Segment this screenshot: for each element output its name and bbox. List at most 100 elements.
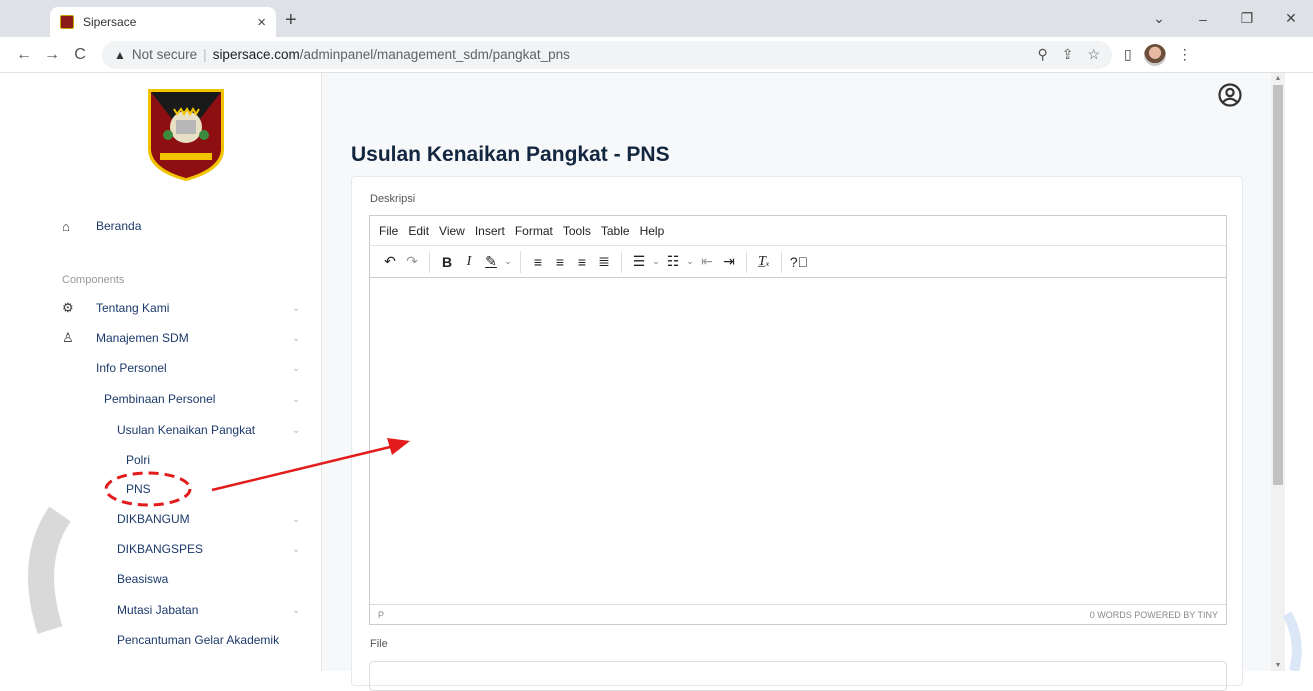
forward-button[interactable]: →	[38, 46, 66, 64]
browser-tab[interactable]: Sipersace ×	[50, 7, 276, 37]
tab-close-icon[interactable]: ×	[257, 14, 266, 31]
warning-icon[interactable]: ▲	[114, 48, 126, 62]
editor-menu-tools[interactable]: Tools	[563, 224, 591, 238]
reload-button[interactable]: C	[66, 46, 94, 64]
word-count: 0 WORDS POWERED BY TINY	[1089, 609, 1218, 620]
sidebar-item-label: Mutasi Jabatan	[117, 603, 199, 617]
chevron-down-icon[interactable]: ⌄	[502, 256, 514, 267]
editor-toolbar: ↶ ↷ B I ✎ ⌄ ≡ ≡ ≡ ≣ ☰ ⌄ ☷ ⌄ ⇤ ⇥ T̲ₓ ?⃝	[370, 246, 1226, 278]
file-label: File	[370, 638, 388, 650]
scroll-thumb[interactable]	[1273, 85, 1283, 485]
sidebar-item-dikbangspes[interactable]: DIKBANGSPES ⌄	[0, 534, 322, 564]
editor-content-area[interactable]	[370, 278, 1226, 604]
security-label: Not secure	[131, 47, 198, 62]
bullet-list-icon[interactable]: ☰	[628, 253, 650, 270]
editor-path: P	[378, 609, 385, 620]
restore-button[interactable]: ❐	[1225, 10, 1269, 27]
sidebar-item-manajemen-sdm[interactable]: ♙ Manajemen SDM ⌄	[0, 323, 322, 353]
account-menu-icon[interactable]	[1218, 83, 1242, 107]
sidebar-item-tentang-kami[interactable]: ⚙ Tentang Kami ⌄	[0, 293, 322, 323]
rich-text-editor: File Edit View Insert Format Tools Table…	[369, 215, 1227, 625]
editor-menu-help[interactable]: Help	[640, 224, 665, 238]
toolbar-divider	[746, 250, 747, 273]
new-tab-button[interactable]: +	[285, 9, 297, 32]
sidebar-item-pembinaan-personel[interactable]: Pembinaan Personel ⌄	[0, 384, 322, 414]
sidebar-item-pencantuman-gelar-akademik[interactable]: Pencantuman Gelar Akademik	[0, 625, 322, 655]
browser-tab-bar: Sipersace × + ⌄ – ❐ ✕	[0, 0, 1313, 37]
indent-icon[interactable]: ⇥	[718, 253, 740, 270]
sidebar-item-dikbangum[interactable]: DIKBANGUM ⌄	[0, 504, 322, 534]
sidebar-item-usulan-kenaikan-pangkat[interactable]: Usulan Kenaikan Pangkat ⌄	[0, 415, 322, 445]
outdent-icon[interactable]: ⇤	[696, 253, 718, 270]
numbered-list-icon[interactable]: ☷	[662, 253, 684, 270]
align-right-icon[interactable]: ≡	[571, 254, 593, 270]
editor-menu-table[interactable]: Table	[601, 224, 630, 238]
sidebar-item-beasiswa[interactable]: Beasiswa	[0, 564, 322, 594]
tab-search-icon[interactable]: ⌄	[1137, 10, 1181, 27]
chevron-down-icon: ⌄	[292, 393, 301, 405]
chevron-down-icon[interactable]: ⌄	[650, 256, 662, 267]
address-bar-row: ← → C ▲ Not secure | sipersace.com/admin…	[0, 37, 1313, 73]
page-scrollbar[interactable]: ▲ ▼	[1271, 73, 1313, 671]
sidebar-item-beranda[interactable]: ⌂ Beranda	[0, 211, 322, 241]
bold-icon[interactable]: B	[436, 254, 458, 270]
zoom-icon[interactable]: ⚲	[1037, 46, 1047, 63]
scroll-down-icon[interactable]: ▼	[1273, 662, 1283, 669]
url-host: sipersace.com	[212, 47, 300, 62]
toolbar-divider	[781, 250, 782, 273]
editor-statusbar: P 0 WORDS POWERED BY TINY	[370, 604, 1226, 624]
close-window-button[interactable]: ✕	[1269, 10, 1313, 27]
toolbar-divider	[520, 250, 521, 273]
sidebar-item-polri[interactable]: Polri	[0, 445, 322, 475]
sidebar-item-label: Polri	[126, 453, 151, 467]
chevron-down-icon: ⌄	[292, 543, 301, 555]
sidebar-item-pns[interactable]: PNS	[0, 474, 322, 504]
sidebar: ⌂ Beranda Components ⚙ Tentang Kami ⌄ ♙ …	[0, 73, 322, 671]
editor-menu-edit[interactable]: Edit	[408, 224, 429, 238]
chevron-down-icon: ⌄	[292, 424, 301, 436]
undo-icon[interactable]: ↶	[379, 253, 401, 270]
section-label-components: Components	[62, 274, 125, 286]
help-icon[interactable]: ?⃝	[788, 254, 810, 270]
share-icon[interactable]: ⇪	[1062, 46, 1074, 63]
redo-icon[interactable]: ↷	[401, 253, 423, 270]
align-center-icon[interactable]: ≡	[549, 254, 571, 270]
page-title: Usulan Kenaikan Pangkat - PNS	[351, 143, 670, 166]
chevron-down-icon[interactable]: ⌄	[684, 256, 696, 267]
file-input[interactable]	[369, 661, 1227, 691]
sidebar-item-label: PNS	[126, 482, 151, 496]
chevron-down-icon: ⌄	[292, 332, 301, 344]
form-card: Deskripsi File Edit View Insert Format T…	[351, 176, 1243, 691]
back-button[interactable]: ←	[10, 46, 38, 64]
minimize-button[interactable]: –	[1181, 11, 1225, 27]
editor-menu-format[interactable]: Format	[515, 224, 553, 238]
editor-menu-insert[interactable]: Insert	[475, 224, 505, 238]
url-input[interactable]: ▲ Not secure | sipersace.com/adminpanel/…	[102, 40, 1112, 69]
url-separator: |	[203, 47, 207, 62]
clear-formatting-icon[interactable]: T̲ₓ	[753, 254, 775, 270]
chevron-down-icon: ⌄	[292, 302, 301, 314]
window-controls: ⌄ – ❐ ✕	[1137, 0, 1313, 37]
home-icon: ⌂	[62, 218, 70, 234]
editor-menu-file[interactable]: File	[379, 224, 398, 238]
highlight-color-icon[interactable]: ✎	[480, 253, 502, 270]
sidebar-item-label: Usulan Kenaikan Pangkat	[117, 423, 256, 437]
scroll-up-icon[interactable]: ▲	[1273, 75, 1283, 82]
align-left-icon[interactable]: ≡	[527, 254, 549, 270]
chevron-down-icon: ⌄	[292, 513, 301, 525]
italic-icon[interactable]: I	[458, 254, 480, 270]
align-justify-icon[interactable]: ≣	[593, 253, 615, 270]
sidebar-item-label: Pembinaan Personel	[104, 392, 216, 406]
bookmark-star-icon[interactable]: ☆	[1087, 46, 1100, 63]
chevron-down-icon: ⌄	[292, 362, 301, 374]
deskripsi-label: Deskripsi	[370, 193, 416, 205]
site-favicon-icon	[60, 15, 74, 29]
profile-avatar[interactable]	[1143, 43, 1166, 66]
side-panel-icon[interactable]: ▯	[1124, 46, 1132, 63]
editor-menu-view[interactable]: View	[439, 224, 465, 238]
police-emblem-logo	[148, 89, 224, 181]
gear-icon: ⚙	[62, 300, 74, 315]
sidebar-item-info-personel[interactable]: Info Personel ⌄	[0, 353, 322, 383]
sidebar-item-mutasi-jabatan[interactable]: Mutasi Jabatan ⌄	[0, 595, 322, 625]
more-menu-icon[interactable]: ⋮	[1178, 46, 1192, 63]
